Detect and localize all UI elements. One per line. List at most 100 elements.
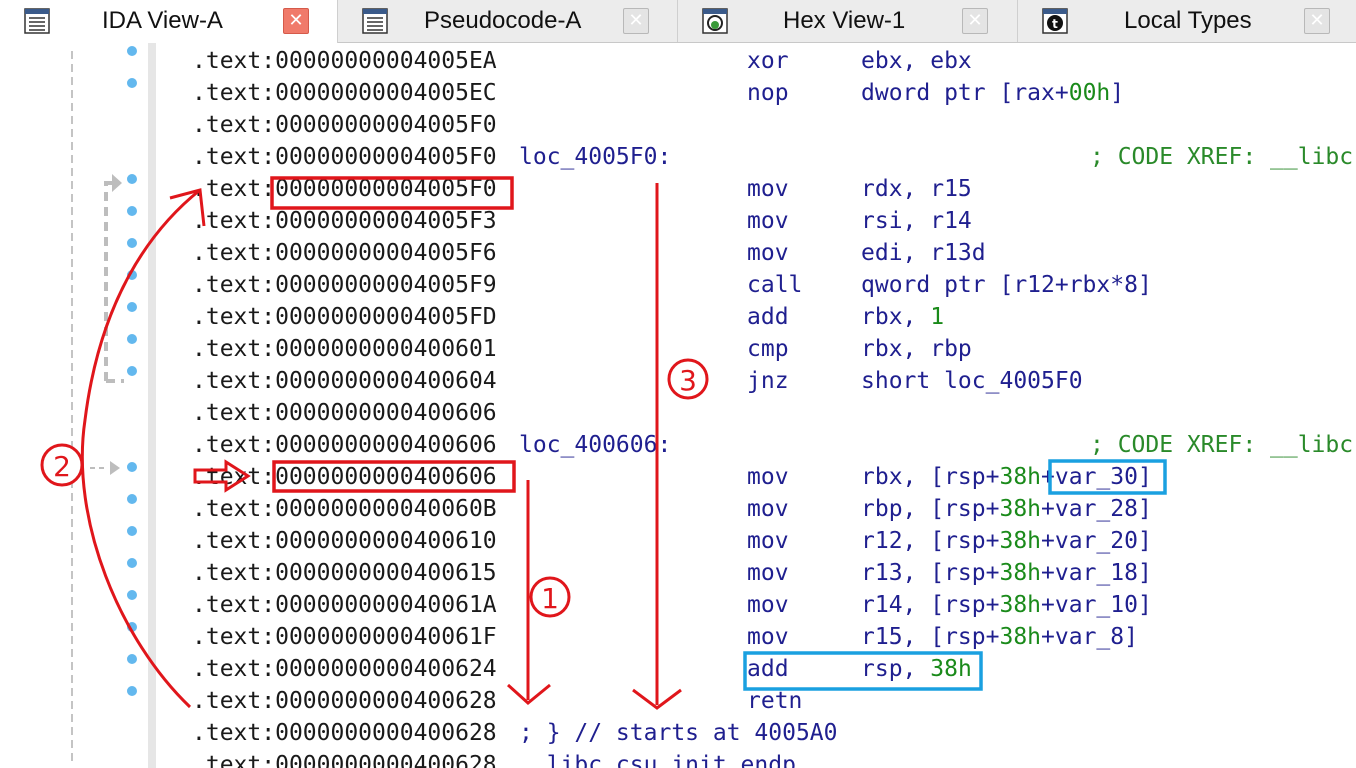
listing-line[interactable]: .text:00000000004005F6 mov edi, r13d (192, 237, 1352, 269)
operands[interactable]: r15, [rsp+38h+var_8] (861, 621, 1138, 653)
listing-line[interactable]: .text:00000000004005F0 loc_4005F0: ; CODE … (192, 141, 1353, 173)
close-icon[interactable]: ✕ (962, 8, 988, 34)
address[interactable]: 00000000004005EA (275, 48, 497, 74)
tab-local-types[interactable]: t Local Types ✕ (1018, 0, 1356, 42)
address[interactable]: 0000000000400628 (275, 688, 497, 714)
address[interactable]: 0000000000400606 (275, 400, 497, 426)
operands[interactable]: rbx, [rsp+38h+var_30] (861, 461, 1152, 493)
address[interactable]: 0000000000400624 (275, 656, 497, 682)
mnemonic[interactable]: cmp (747, 333, 789, 365)
address[interactable]: 00000000004005EC (275, 80, 497, 106)
code-label[interactable]: __libc_csu_init endp (519, 749, 796, 768)
address[interactable]: 00000000004005F0 (275, 144, 497, 170)
listing-line[interactable]: .text:0000000000400628 __libc_csu_init en… (192, 749, 1352, 768)
xref-comment[interactable]: ; CODE XREF: __libc (1090, 141, 1353, 173)
operands[interactable]: qword ptr [r12+rbx*8] (861, 269, 1152, 301)
address[interactable]: 0000000000400628 (275, 752, 497, 768)
mnemonic[interactable]: jnz (747, 365, 789, 397)
disassembly-listing[interactable]: .text:00000000004005EA xor ebx, ebx .text:0… (156, 43, 1356, 768)
mnemonic[interactable]: xor (747, 45, 789, 77)
listing-line[interactable]: .text:000000000040060B mov rbp, [rsp+38h+v… (192, 493, 1352, 525)
listing-line[interactable]: .text:00000000004005EA xor ebx, ebx (192, 45, 1352, 77)
mnemonic[interactable]: add (747, 301, 789, 333)
mnemonic[interactable]: call (747, 269, 802, 301)
mnemonic[interactable]: mov (747, 525, 789, 557)
breakpoint-dot[interactable] (127, 78, 137, 88)
listing-line[interactable]: .text:00000000004005F0 mov rdx, r15 (192, 173, 1352, 205)
breakpoint-dot[interactable] (127, 238, 137, 248)
mnemonic[interactable]: mov (747, 461, 789, 493)
listing-line[interactable]: .text:000000000040061F mov r15, [rsp+38h+v… (192, 621, 1352, 653)
address[interactable]: 00000000004005F0 (275, 176, 497, 202)
operands[interactable]: edi, r13d (861, 237, 986, 269)
address[interactable]: 00000000004005F9 (275, 272, 497, 298)
listing-line[interactable]: .text:0000000000400604 jnz short loc_4005F… (192, 365, 1352, 397)
mnemonic[interactable]: mov (747, 589, 789, 621)
operands[interactable]: dword ptr [rax+00h] (861, 77, 1124, 109)
listing-line[interactable]: .text:000000000040061A mov r14, [rsp+38h+v… (192, 589, 1352, 621)
mnemonic[interactable]: mov (747, 173, 789, 205)
tab-ida-view-a[interactable]: IDA View-A ✕ (0, 0, 338, 43)
listing-line[interactable]: .text:00000000004005F9 call qword ptr [r12… (192, 269, 1352, 301)
close-icon[interactable]: ✕ (1304, 8, 1330, 34)
operands[interactable]: ebx, ebx (861, 45, 972, 77)
listing-line[interactable]: .text:00000000004005F0 (192, 109, 1352, 141)
tab-hex-view-1[interactable]: Hex View-1 ✕ (678, 0, 1018, 42)
listing-line[interactable]: .text:0000000000400601 cmp rbx, rbp (192, 333, 1352, 365)
code-label[interactable]: loc_4005F0: (519, 141, 671, 173)
address[interactable]: 00000000004005FD (275, 304, 497, 330)
breakpoint-dot[interactable] (127, 558, 137, 568)
address[interactable]: 0000000000400615 (275, 560, 497, 586)
listing-line[interactable]: .text:00000000004005EC nop dword ptr [rax+… (192, 77, 1352, 109)
listing-line[interactable]: .text:0000000000400606 loc_400606: ; CODE … (192, 429, 1353, 461)
operands[interactable]: rbx, 1 (861, 301, 944, 333)
breakpoint-dot[interactable] (127, 622, 137, 632)
address[interactable]: 00000000004005F6 (275, 240, 497, 266)
operands[interactable]: r12, [rsp+38h+var_20] (861, 525, 1152, 557)
breakpoint-dot[interactable] (127, 270, 137, 280)
address[interactable]: 00000000004005F0 (275, 112, 497, 138)
address[interactable]: 000000000040060B (275, 496, 497, 522)
address[interactable]: 0000000000400601 (275, 336, 497, 362)
listing-line[interactable]: .text:0000000000400610 mov r12, [rsp+38h+v… (192, 525, 1352, 557)
breakpoint-dot[interactable] (127, 366, 137, 376)
breakpoint-dot[interactable] (127, 174, 137, 184)
breakpoint-dot[interactable] (127, 494, 137, 504)
breakpoint-dot[interactable] (127, 590, 137, 600)
mnemonic[interactable]: mov (747, 557, 789, 589)
mnemonic[interactable]: mov (747, 493, 789, 525)
listing-line[interactable]: .text:0000000000400606 mov rbx, [rsp+38h+v… (192, 461, 1352, 493)
breakpoint-dot[interactable] (127, 46, 137, 56)
listing-line[interactable]: .text:0000000000400615 mov r13, [rsp+38h+v… (192, 557, 1352, 589)
address[interactable]: 00000000004005F3 (275, 208, 497, 234)
mnemonic[interactable]: mov (747, 205, 789, 237)
code-label[interactable]: ; } // starts at 4005A0 (519, 717, 838, 749)
operands[interactable]: short loc_4005F0 (861, 365, 1083, 397)
tab-pseudocode-a[interactable]: Pseudocode-A ✕ (338, 0, 678, 42)
address[interactable]: 0000000000400606 (275, 464, 497, 490)
address[interactable]: 0000000000400604 (275, 368, 497, 394)
breakpoint-dot[interactable] (127, 686, 137, 696)
listing-line[interactable]: .text:0000000000400624 add rsp, 38h (192, 653, 1352, 685)
operands[interactable]: r13, [rsp+38h+var_18] (861, 557, 1152, 589)
listing-line[interactable]: .text:0000000000400628 retn (192, 685, 1352, 717)
operands[interactable]: r14, [rsp+38h+var_10] (861, 589, 1152, 621)
operands[interactable]: rsp, 38h (861, 653, 972, 685)
breakpoint-dot[interactable] (127, 526, 137, 536)
listing-line[interactable]: .text:0000000000400628 ; } // starts at 4… (192, 717, 1352, 749)
address[interactable]: 0000000000400628 (275, 720, 497, 746)
listing-line[interactable]: .text:00000000004005FD add rbx, 1 (192, 301, 1352, 333)
mnemonic[interactable]: add (747, 653, 789, 685)
operands[interactable]: rbx, rbp (861, 333, 972, 365)
address[interactable]: 000000000040061F (275, 624, 497, 650)
operands[interactable]: rdx, r15 (861, 173, 972, 205)
breakpoint-dot[interactable] (127, 334, 137, 344)
mnemonic[interactable]: mov (747, 237, 789, 269)
address[interactable]: 000000000040061A (275, 592, 497, 618)
breakpoint-dot[interactable] (127, 654, 137, 664)
mnemonic[interactable]: retn (747, 685, 802, 717)
breakpoint-dot[interactable] (127, 206, 137, 216)
xref-comment[interactable]: ; CODE XREF: __libc (1090, 429, 1353, 461)
operands[interactable]: rbp, [rsp+38h+var_28] (861, 493, 1152, 525)
address[interactable]: 0000000000400606 (275, 432, 497, 458)
